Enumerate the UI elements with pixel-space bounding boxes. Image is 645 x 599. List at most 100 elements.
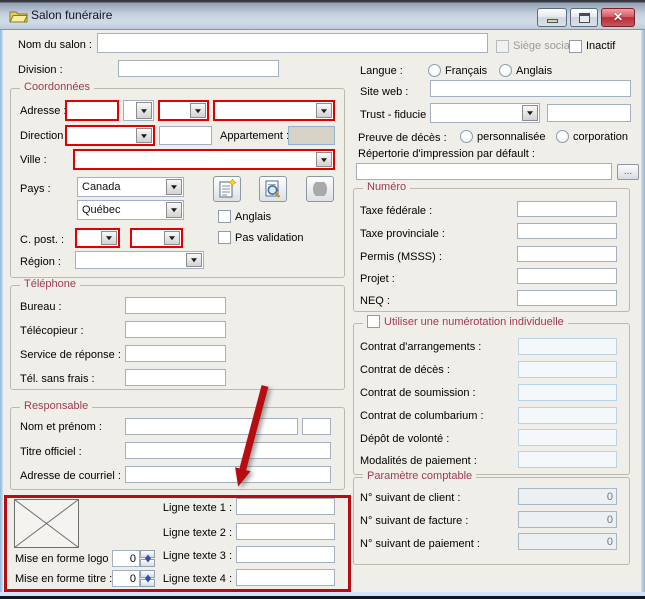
chevron-down-icon[interactable] — [316, 103, 332, 118]
dialog-salon-funeraire: Salon funéraire ✕ Nom du salon : Siège s… — [0, 0, 645, 599]
direction-combobox[interactable] — [65, 125, 155, 146]
preview-button[interactable] — [259, 176, 287, 202]
suivant-paiement-input — [518, 533, 617, 550]
bureau-input[interactable] — [125, 297, 226, 314]
taxe-federale-input[interactable] — [517, 201, 617, 217]
neq-input[interactable] — [517, 290, 617, 306]
mise-en-forme-logo-input[interactable] — [112, 550, 140, 567]
code-postal-combobox-1[interactable] — [75, 228, 120, 248]
spin-down-icon[interactable] — [140, 579, 155, 587]
langue-anglais-radio[interactable] — [499, 64, 512, 77]
spin-down-icon[interactable] — [140, 559, 155, 567]
chevron-down-icon[interactable] — [136, 128, 152, 143]
division-label: Division : — [18, 64, 63, 76]
window-title: Salon funéraire — [31, 8, 112, 22]
chevron-down-icon[interactable] — [136, 102, 152, 119]
window-border-left — [0, 30, 3, 592]
appartement-label: Appartement : — [220, 130, 289, 142]
tel-sans-frais-input[interactable] — [125, 369, 226, 386]
ligne-texte-3-label: Ligne texte 3 : — [160, 550, 232, 562]
code-postal-combobox-2[interactable] — [130, 228, 183, 248]
logo-placeholder[interactable] — [14, 499, 79, 548]
ligne-texte-3-input[interactable] — [236, 546, 335, 563]
pas-validation-checkbox[interactable] — [218, 231, 231, 244]
contrat-arrangements-label: Contrat d'arrangements : — [360, 341, 481, 353]
trust-fiducie-input[interactable] — [547, 104, 631, 122]
adresse-civic-input[interactable] — [65, 100, 119, 121]
chevron-down-icon[interactable] — [164, 231, 180, 245]
site-web-input[interactable] — [430, 80, 631, 97]
taxe-provinciale-input[interactable] — [517, 223, 617, 239]
comptable-title: Paramètre comptable — [363, 470, 476, 482]
ligne-texte-1-label: Ligne texte 1 : — [160, 502, 232, 514]
service-reponse-label: Service de réponse : — [20, 349, 121, 361]
contrat-columbarium-label: Contrat de columbarium : — [360, 410, 484, 422]
chevron-down-icon[interactable] — [316, 152, 332, 167]
inactif-checkbox[interactable] — [569, 40, 582, 53]
suivant-client-input — [518, 488, 617, 505]
pas-validation-label: Pas validation — [235, 232, 304, 244]
pays-combobox[interactable]: Canada — [77, 177, 184, 197]
numerotation-title: Utiliser une numérotation individuelle — [384, 316, 564, 328]
preuve-deces-label: Preuve de décès : — [358, 132, 447, 144]
spin-up-icon[interactable] — [140, 570, 155, 578]
numerotation-checkbox[interactable] — [367, 315, 380, 328]
repertoire-impression-input[interactable] — [356, 163, 612, 180]
trust-fiducie-label: Trust - fiducie : — [360, 109, 432, 121]
maximize-icon — [579, 13, 590, 23]
code-postal-label: C. post. : — [20, 234, 64, 246]
new-document-button[interactable] — [213, 176, 241, 202]
new-document-icon — [217, 179, 237, 199]
division-input[interactable] — [118, 60, 279, 77]
mise-en-forme-titre-stepper[interactable] — [140, 570, 155, 587]
maximize-button[interactable] — [570, 8, 598, 27]
telecopieur-input[interactable] — [125, 321, 226, 338]
chevron-down-icon[interactable] — [186, 253, 202, 267]
nom-prenom-initiales-input[interactable] — [302, 418, 331, 435]
chevron-down-icon[interactable] — [166, 179, 182, 195]
contrat-columbarium-input — [518, 407, 617, 424]
projet-input[interactable] — [517, 268, 617, 284]
ligne-texte-4-input[interactable] — [236, 569, 335, 586]
spin-up-icon[interactable] — [140, 550, 155, 558]
anglais-checkbox[interactable] — [218, 210, 231, 223]
depot-volonte-input — [518, 429, 617, 446]
minimize-button[interactable] — [537, 8, 567, 27]
mise-en-forme-titre-input[interactable] — [112, 570, 140, 587]
preview-icon — [263, 179, 283, 199]
adresse-rue-combobox[interactable] — [213, 100, 335, 121]
province-combobox[interactable]: Québec — [77, 200, 184, 220]
trust-fiducie-combobox[interactable] — [430, 103, 540, 123]
direction-extra-input[interactable] — [159, 126, 212, 145]
permis-msss-input[interactable] — [517, 246, 617, 262]
chevron-down-icon[interactable] — [522, 105, 538, 121]
contrat-arrangements-input — [518, 338, 617, 355]
modalites-paiement-label: Modalités de paiement : — [360, 455, 477, 467]
mise-en-forme-titre-label: Mise en forme titre : — [15, 573, 112, 585]
region-label: Région : — [20, 256, 61, 268]
numerotation-header: Utiliser une numérotation individuelle — [363, 315, 568, 328]
chevron-down-icon[interactable] — [166, 202, 182, 218]
bureau-label: Bureau : — [20, 301, 62, 313]
mise-en-forme-logo-stepper[interactable] — [140, 550, 155, 567]
pays-label: Pays : — [20, 183, 51, 195]
ligne-texte-2-label: Ligne texte 2 : — [160, 527, 232, 539]
ligne-texte-2-input[interactable] — [236, 523, 335, 540]
adresse-type-combobox[interactable] — [123, 100, 154, 121]
siege-social-checkbox[interactable] — [496, 40, 509, 53]
ligne-texte-1-input[interactable] — [236, 498, 335, 515]
langue-francais-label: Français — [445, 65, 487, 77]
ville-combobox[interactable] — [73, 149, 335, 170]
preuve-corporation-radio[interactable] — [556, 130, 569, 143]
preuve-personnalisee-radio[interactable] — [460, 130, 473, 143]
adresse-article-combobox[interactable] — [158, 100, 209, 121]
nom-du-salon-input[interactable] — [97, 33, 488, 53]
stop-hand-icon — [310, 179, 330, 199]
service-reponse-input[interactable] — [125, 345, 226, 362]
browse-button[interactable]: ... — [617, 164, 639, 180]
region-combobox[interactable] — [75, 251, 204, 269]
chevron-down-icon[interactable] — [190, 103, 206, 118]
langue-francais-radio[interactable] — [428, 64, 441, 77]
close-button[interactable]: ✕ — [601, 8, 635, 27]
chevron-down-icon[interactable] — [101, 231, 117, 245]
